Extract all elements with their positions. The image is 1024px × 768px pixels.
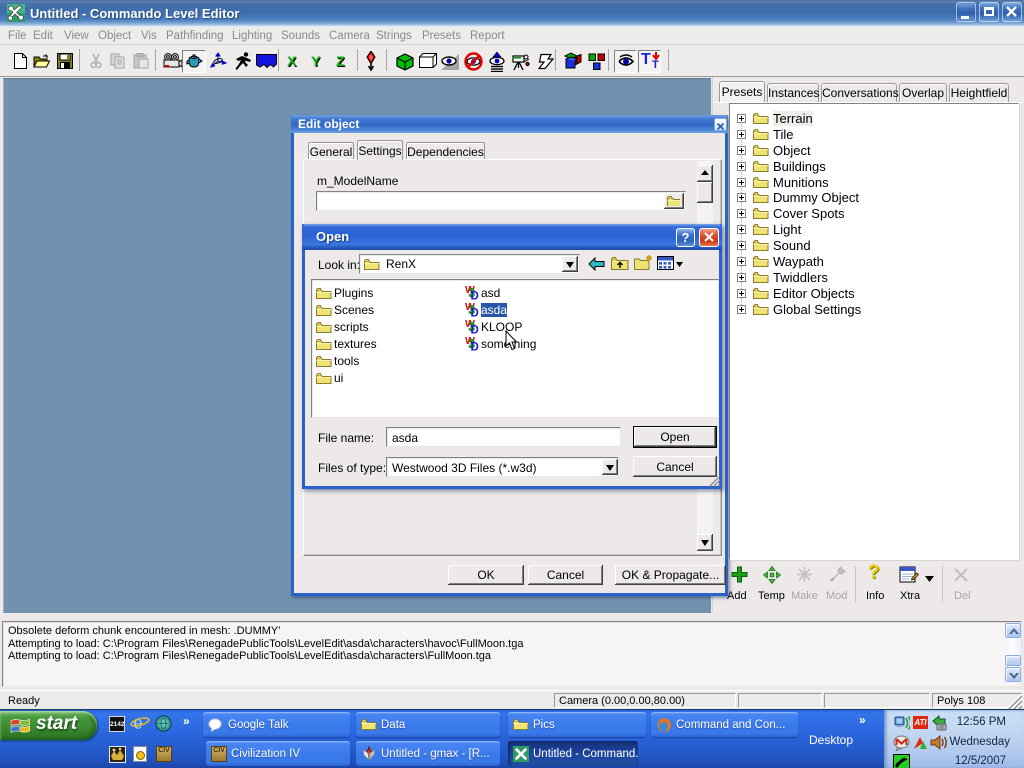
svg-text:e: e (133, 713, 143, 733)
